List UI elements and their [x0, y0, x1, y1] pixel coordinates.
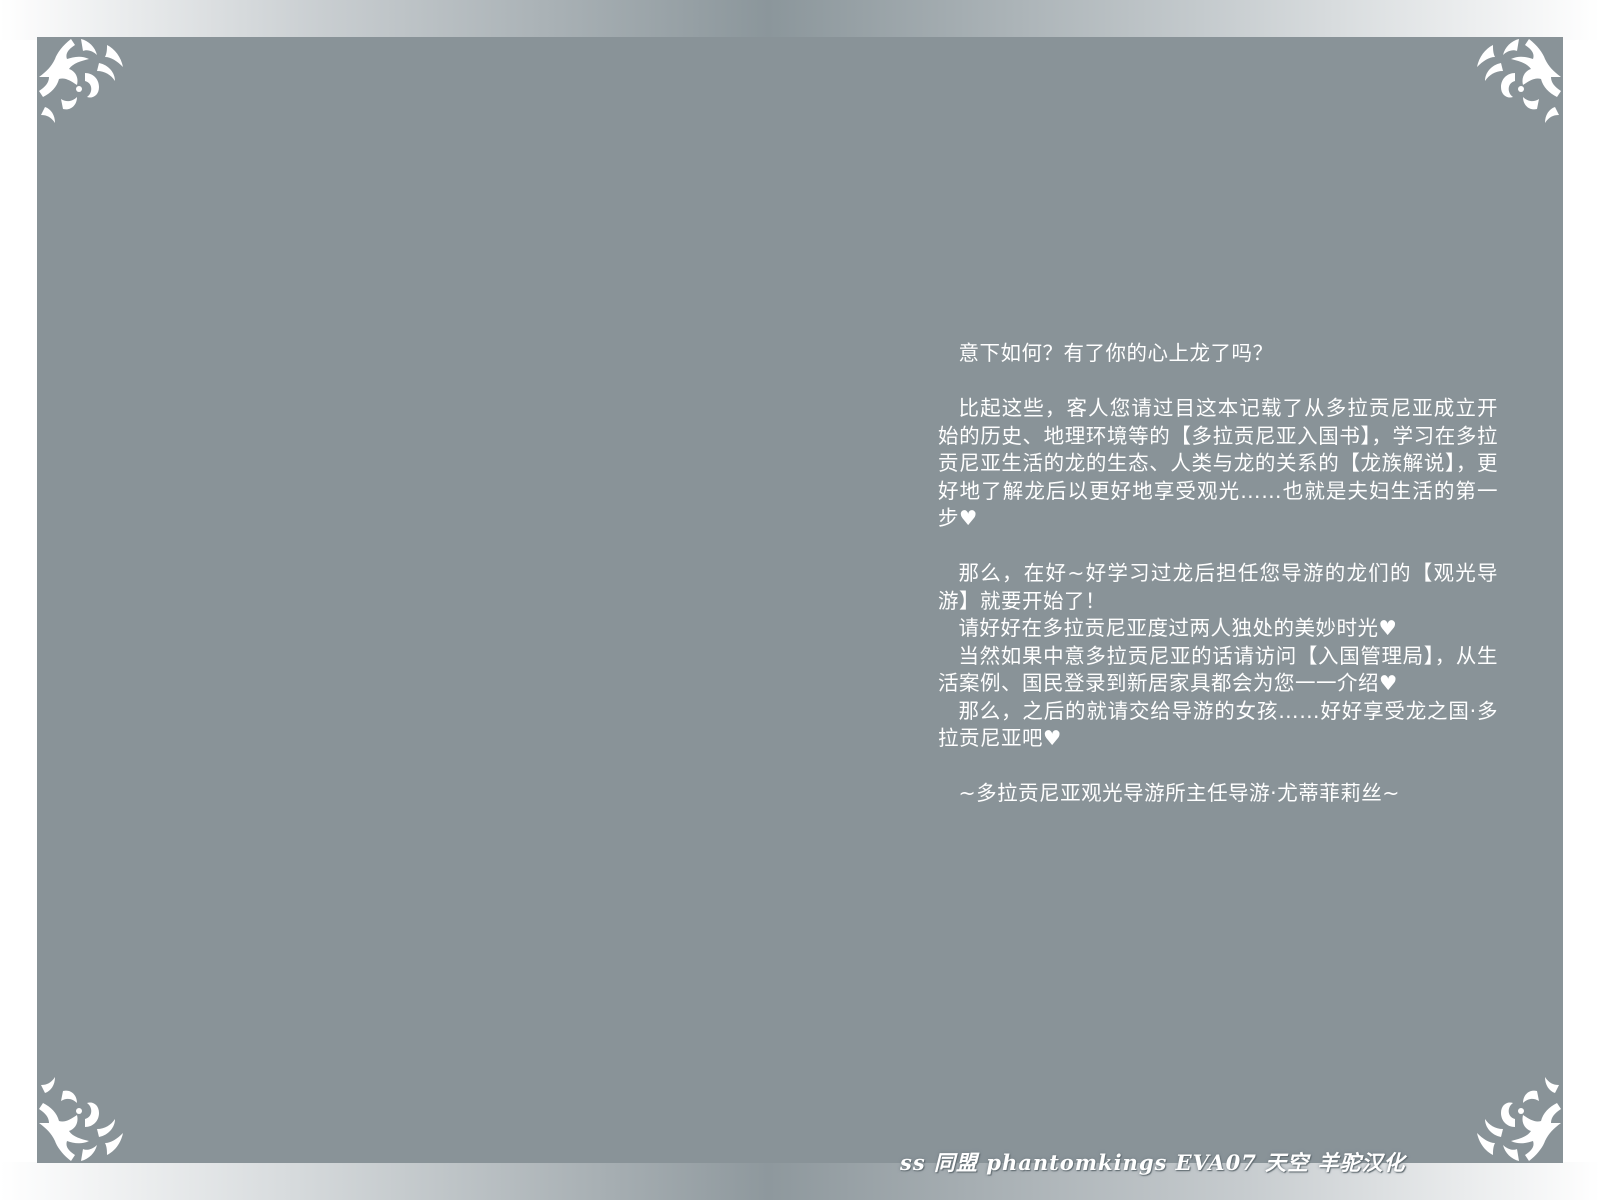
paragraph-tour-start: 那么，在好~好学习过龙后担任您导游的龙们的【观光导游】就要开始了！ [938, 561, 1498, 613]
scanlation-credit: ss 同盟 phantomkings EVA07 天空 羊驼汉化 [900, 1150, 1406, 1175]
paragraph-closing: 那么，之后的就请交给导游的女孩……好好享受龙之国·多拉贡尼亚吧♥ [938, 698, 1498, 751]
body-text-block: 意下如何？有了你的心上龙了吗？ 比起这些，客人您请过目这本记载了从多拉贡尼亚成立… [938, 340, 1498, 808]
ornate-flourish-icon [1477, 1077, 1561, 1161]
paragraph-question: 意下如何？有了你的心上龙了吗？ [958, 341, 1274, 365]
top-gradient-band [0, 0, 1600, 40]
paragraph-intro: 比起这些，客人您请过目这本记载了从多拉贡尼亚成立开始的历史、地理环境等的【多拉贡… [938, 396, 1498, 530]
ornate-flourish-icon [39, 39, 123, 123]
ornate-flourish-icon [1477, 39, 1561, 123]
ornate-flourish-icon [39, 1077, 123, 1161]
paragraph-enjoy: 请好好在多拉贡尼亚度过两人独处的美妙时光♥ [958, 616, 1398, 640]
signature: ~多拉贡尼亚观光导游所主任导游·尤蒂菲莉丝~ [958, 781, 1400, 805]
paragraph-immigration: 当然如果中意多拉贡尼亚的话请访问【入国管理局】，从生活案例、国民登录到新居家具都… [938, 643, 1498, 696]
